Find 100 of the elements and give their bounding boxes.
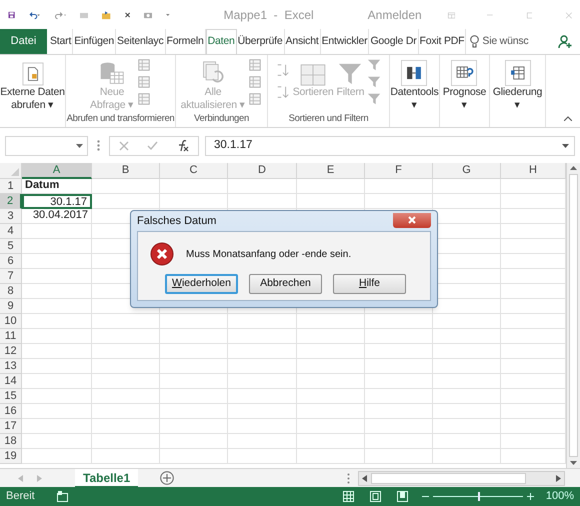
sort-ascending-icon[interactable] [276, 63, 290, 77]
table-cell[interactable] [160, 314, 228, 329]
table-cell[interactable] [228, 194, 297, 209]
normal-view-icon[interactable] [342, 491, 354, 502]
table-cell[interactable] [228, 389, 297, 404]
row-header[interactable]: 19 [0, 449, 22, 464]
minimize-icon[interactable] [486, 14, 493, 16]
table-cell[interactable] [365, 194, 433, 209]
ribbon-button[interactable]: Datentools ▾ [390, 55, 439, 127]
reapply-filter-icon[interactable] [367, 75, 382, 89]
row-header[interactable]: 17 [0, 419, 22, 434]
table-cell[interactable] [160, 374, 228, 389]
ribbon-button[interactable]: Externe Daten abrufen ▾ [0, 55, 65, 127]
table-cell[interactable] [365, 389, 433, 404]
table-cell[interactable] [22, 254, 92, 269]
table-cell[interactable] [365, 359, 433, 374]
maximize-icon[interactable] [526, 10, 532, 20]
row-header[interactable]: 2 [0, 194, 22, 209]
table-cell[interactable] [22, 329, 92, 344]
table-cell[interactable] [228, 434, 297, 449]
table-cell[interactable] [92, 179, 160, 194]
ribbon-tab[interactable]: Überprüfe [236, 29, 285, 54]
row-header[interactable]: 14 [0, 374, 22, 389]
table-cell[interactable] [92, 359, 160, 374]
table-cell[interactable] [22, 449, 92, 464]
column-header[interactable]: F [365, 163, 433, 179]
table-cell[interactable] [92, 344, 160, 359]
table-cell[interactable] [228, 329, 297, 344]
table-cell[interactable] [297, 419, 365, 434]
row-header[interactable]: 12 [0, 344, 22, 359]
more-icon[interactable] [347, 472, 350, 484]
table-icon[interactable] [248, 75, 262, 89]
table-cell[interactable] [365, 344, 433, 359]
table-cell[interactable] [22, 389, 92, 404]
table-cell[interactable] [92, 419, 160, 434]
advanced-filter-icon[interactable] [367, 92, 382, 106]
table-cell[interactable] [365, 179, 433, 194]
table-cell[interactable] [92, 389, 160, 404]
horizontal-scrollbar[interactable] [358, 470, 565, 486]
table-cell[interactable] [22, 434, 92, 449]
table-cell[interactable]: 30.1.17 [22, 194, 92, 209]
column-header[interactable]: E [297, 163, 365, 179]
ribbon-button[interactable]: Gliederung ▾ [492, 55, 542, 127]
table-cell[interactable] [22, 314, 92, 329]
column-header[interactable]: B [92, 163, 160, 179]
row-header[interactable]: 9 [0, 299, 22, 314]
table-cell[interactable] [433, 419, 501, 434]
table-cell[interactable] [297, 329, 365, 344]
table-cell[interactable] [22, 419, 92, 434]
table-cell[interactable] [92, 434, 160, 449]
ribbon-display-icon[interactable] [448, 10, 455, 20]
table-cell[interactable] [433, 389, 501, 404]
table-cell[interactable] [433, 374, 501, 389]
table-cell[interactable] [22, 239, 92, 254]
page-layout-icon[interactable] [370, 491, 381, 502]
table-cell[interactable] [160, 329, 228, 344]
table-cell[interactable] [92, 314, 160, 329]
table-cell[interactable] [228, 404, 297, 419]
collapse-ribbon-icon[interactable] [564, 116, 572, 121]
zoom-slider-thumb[interactable] [478, 492, 480, 501]
table-cell[interactable] [160, 359, 228, 374]
table-cell[interactable] [228, 449, 297, 464]
table-cell[interactable] [297, 359, 365, 374]
table-cell[interactable] [297, 389, 365, 404]
row-header[interactable]: 3 [0, 209, 22, 224]
table-cell[interactable] [297, 374, 365, 389]
table-cell[interactable] [365, 329, 433, 344]
ribbon-tab[interactable]: Ansicht [284, 29, 321, 54]
table-icon[interactable] [248, 58, 262, 72]
ribbon-tab[interactable]: Foxit PDF [418, 29, 466, 54]
table-cell[interactable] [92, 194, 160, 209]
table-cell[interactable] [433, 449, 501, 464]
table-cell[interactable] [365, 449, 433, 464]
row-header[interactable]: 13 [0, 359, 22, 374]
sort-descending-icon[interactable] [276, 85, 290, 99]
zoom-in-icon[interactable] [526, 493, 534, 500]
table-cell[interactable] [228, 344, 297, 359]
table-cell[interactable] [160, 344, 228, 359]
row-header[interactable]: 4 [0, 224, 22, 239]
macro-record-icon[interactable] [56, 491, 68, 502]
row-header[interactable]: 5 [0, 239, 22, 254]
row-header[interactable]: 7 [0, 269, 22, 284]
table-icon[interactable] [136, 58, 151, 72]
more-icon[interactable] [97, 140, 100, 151]
row-header[interactable]: 11 [0, 329, 22, 344]
clear-filter-icon[interactable] [367, 58, 382, 72]
column-header[interactable]: H [501, 163, 566, 179]
table-icon[interactable] [248, 92, 262, 106]
table-cell[interactable] [228, 374, 297, 389]
tell-me-field[interactable]: Sie wünsc [470, 29, 528, 54]
table-cell[interactable] [297, 314, 365, 329]
table-cell[interactable] [433, 179, 501, 194]
table-cell[interactable] [297, 404, 365, 419]
formula-field[interactable]: 30.1.17 [205, 136, 575, 156]
row-header[interactable]: 1 [0, 179, 22, 194]
vertical-scrollbar[interactable] [566, 163, 580, 468]
close-button[interactable] [393, 212, 431, 228]
table-cell[interactable] [433, 359, 501, 374]
enter-icon[interactable] [147, 141, 158, 150]
scroll-left-icon[interactable] [362, 474, 367, 482]
